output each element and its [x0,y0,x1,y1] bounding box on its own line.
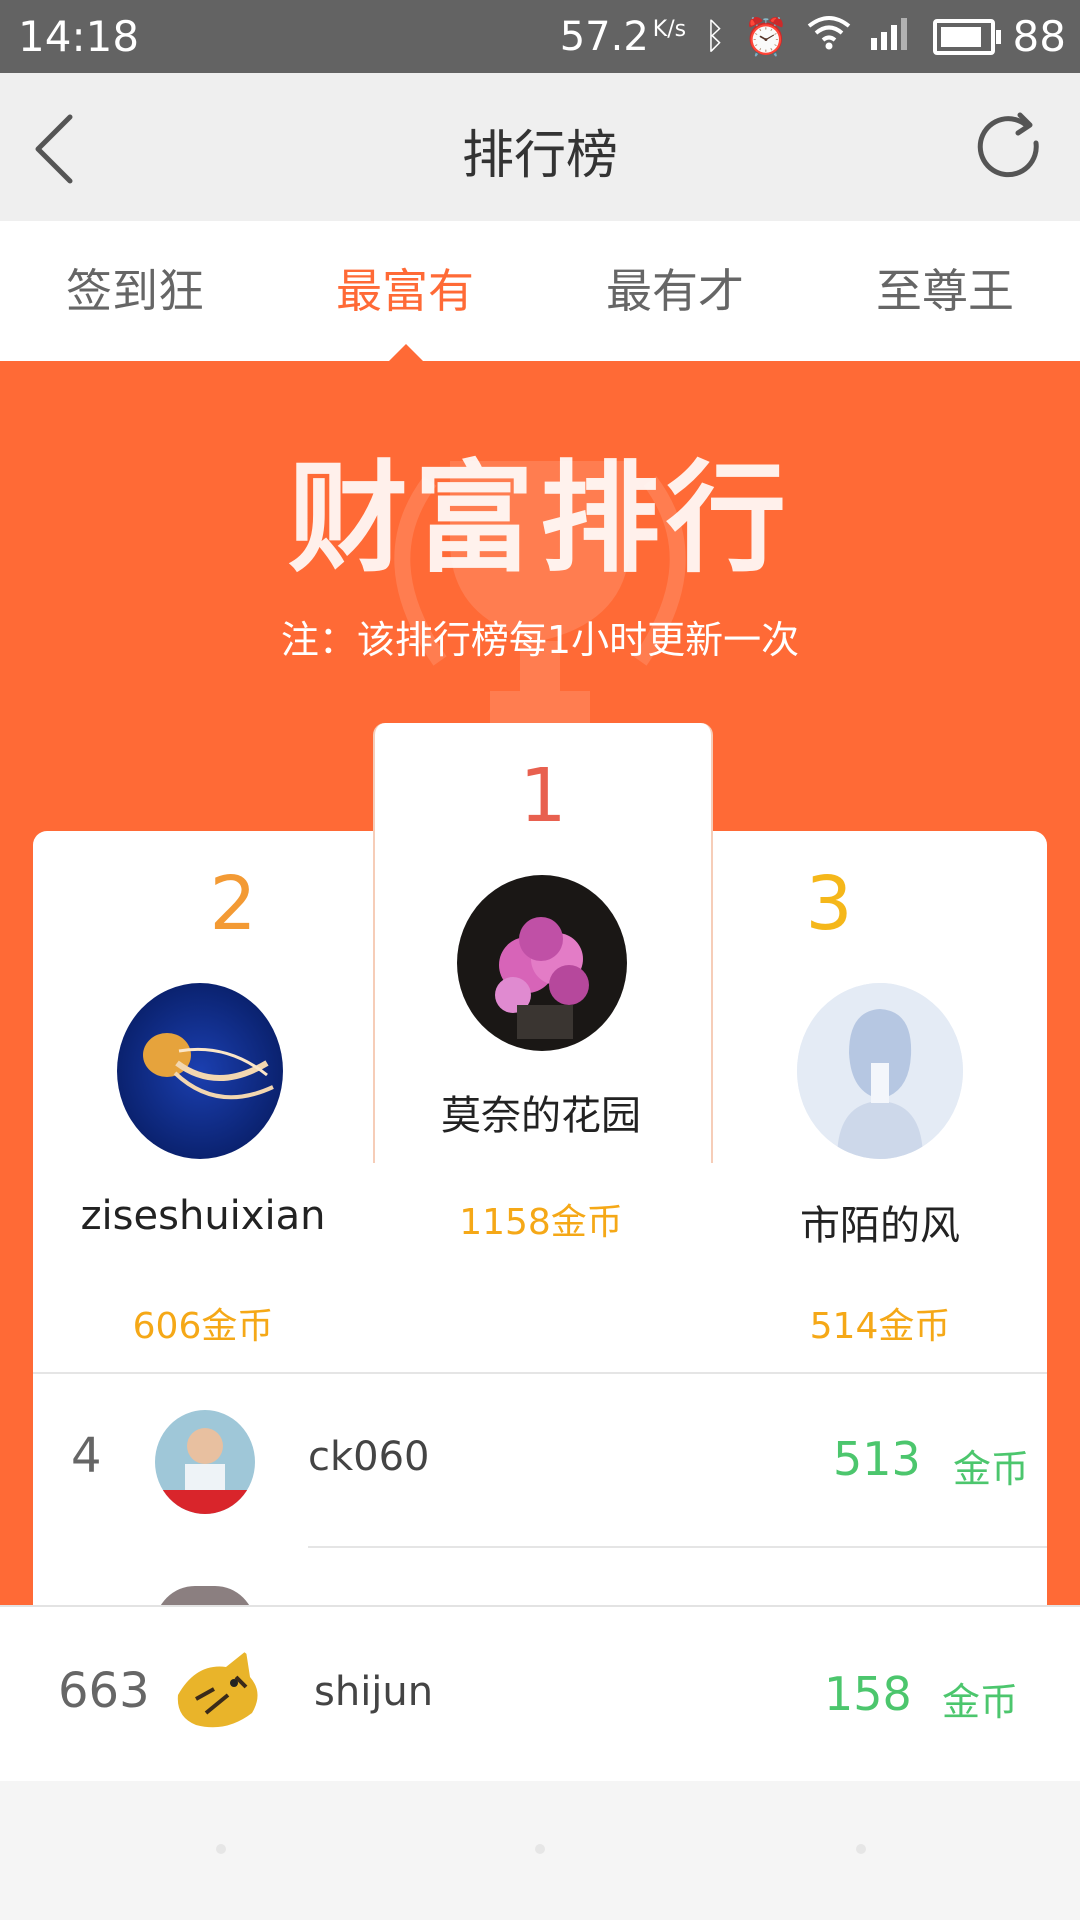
tab-supreme[interactable]: 至尊王 [810,221,1080,361]
avatar-rank-1[interactable] [457,875,627,1051]
my-rank-row[interactable]: 663 shijun 158 金币 [0,1605,1080,1783]
status-icons: 57.2 K/s ᛒ ⏰ 88 [560,12,1066,61]
list-item[interactable]: 4 ck060 513 金币 [33,1372,1047,1548]
list-unit: 金币 [953,1447,1030,1491]
wifi-icon [807,14,851,59]
bluetooth-icon: ᛒ [704,16,726,57]
rank-1-coins: 1158金币 [459,1202,623,1243]
my-value: 158 [824,1667,912,1721]
avatar-rank-2[interactable] [117,983,283,1159]
signal-icon [869,14,915,59]
status-time: 14:18 [18,12,140,61]
network-speed-unit: K/s [652,17,687,42]
nav-dot [856,1844,866,1854]
my-avatar[interactable] [166,1643,266,1747]
rank-3-number: 3 [805,861,853,947]
wealth-ranking-banner: 财富排行 [288,450,792,589]
rank-2-coins: 606金币 [132,1306,274,1347]
alarm-icon: ⏰ [743,16,789,58]
list-avatar[interactable] [155,1410,255,1514]
network-speed: 57.2 [559,13,649,60]
my-rank: 663 [58,1663,150,1719]
rank-1-number: 1 [519,753,567,839]
rank-1-name: 莫奈的花园 [441,1093,641,1139]
header-bar: 排行榜 [0,73,1080,221]
tab-checkin[interactable]: 签到狂 [0,221,270,361]
rank-2-name-label: ziseshuixian [80,1193,326,1239]
my-name: shijun [314,1669,434,1715]
list-rank: 4 [71,1428,102,1484]
list-value: 513 [833,1432,921,1486]
ranking-panel: 财富排行 注：该排行榜每1小时更新一次 2 3 1 莫奈的花园 1158金币 z… [0,361,1080,1606]
rank-3-name: 市陌的风 [800,1203,960,1249]
row-top-divider [33,1372,1047,1374]
battery-level: 88 [1012,12,1066,61]
refresh-icon[interactable] [970,109,1050,189]
page-title: 排行榜 [461,126,618,186]
tab-talented[interactable]: 最有才 [540,221,810,361]
update-note: 注：该排行榜每1小时更新一次 [280,618,800,662]
battery-icon [932,18,1001,55]
my-unit: 金币 [942,1680,1019,1724]
ranking-tabs: 签到狂 最富有 最有才 至尊王 [0,221,1080,361]
bottom-bar [0,1781,1080,1920]
status-bar: 14:18 57.2 K/s ᛒ ⏰ 88 [0,0,1080,73]
rank-2-number: 2 [209,861,257,947]
tab-richest[interactable]: 最富有 [270,221,540,361]
nav-dot [535,1844,545,1854]
row-bottom-divider [308,1546,1047,1548]
active-tab-pointer [388,344,424,362]
nav-dot [216,1844,226,1854]
list-name: ck060 [308,1434,430,1480]
rank-3-coins: 514金币 [809,1306,951,1347]
avatar-rank-3[interactable] [797,983,963,1159]
